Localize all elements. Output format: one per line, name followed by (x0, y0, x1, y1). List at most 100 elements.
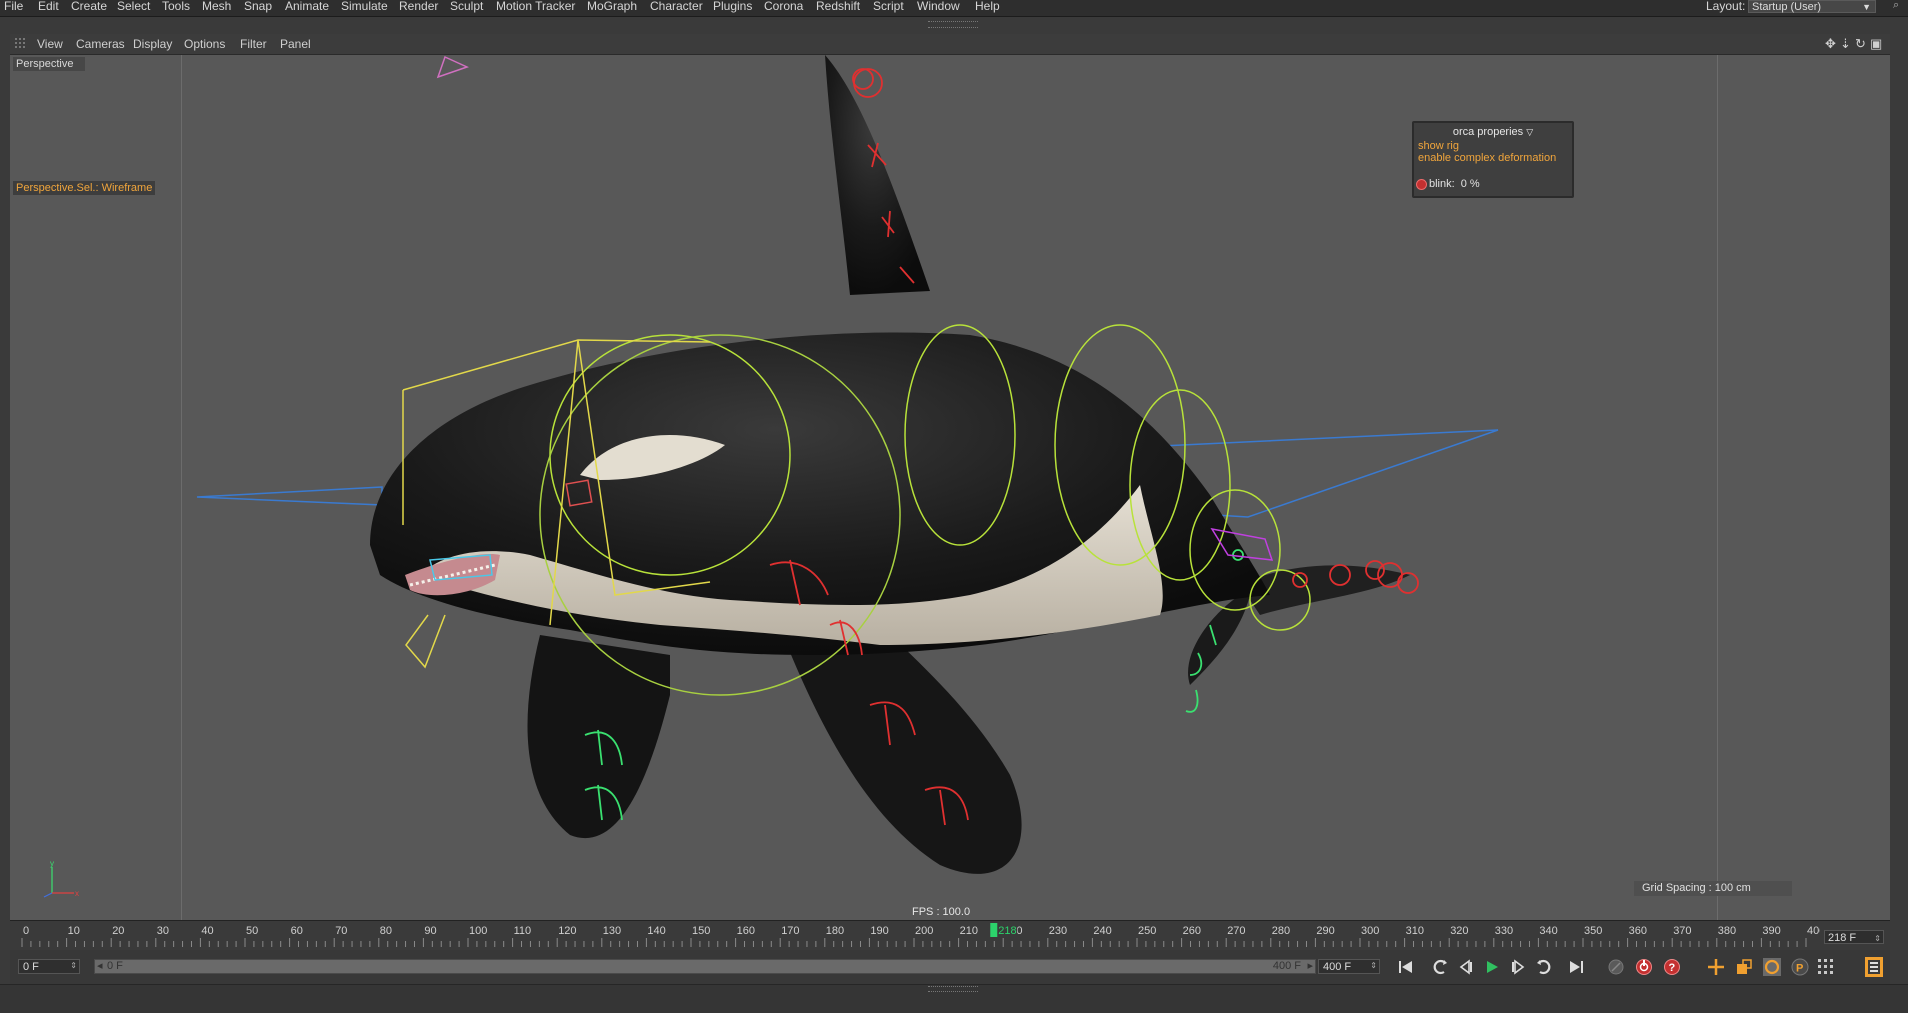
record-keys-button[interactable] (1632, 956, 1656, 978)
timeline-tick-label: 360 (1629, 925, 1647, 937)
panel-grip-bottom[interactable] (928, 986, 978, 992)
status-bar (0, 984, 1908, 1013)
menu-tools[interactable]: Tools (162, 0, 190, 13)
timeline-tick-label: 50 (246, 925, 258, 937)
grip-icon[interactable] (15, 38, 27, 50)
play-button[interactable] (1480, 956, 1504, 978)
viewport-menu-cameras[interactable]: Cameras (76, 37, 125, 51)
go-to-start-button[interactable] (1394, 956, 1418, 978)
key-scale-button[interactable] (1732, 956, 1756, 978)
menu-select[interactable]: Select (117, 0, 150, 13)
menu-plugins[interactable]: Plugins (713, 0, 752, 13)
menu-sculpt[interactable]: Sculpt (450, 0, 483, 13)
search-icon[interactable]: ⌕ (1893, 0, 1899, 12)
zoom-view-icon[interactable]: ⇣ (1840, 36, 1851, 52)
current-frame-field[interactable]: 218 F ⇕ (1824, 930, 1884, 944)
timeline-tick-label: 110 (514, 925, 532, 937)
menu-animate[interactable]: Animate (285, 0, 329, 13)
autokey-button[interactable]: ? (1660, 956, 1684, 978)
menu-file[interactable]: File (4, 0, 23, 13)
menu-corona[interactable]: Corona (764, 0, 803, 13)
key-pla-button[interactable] (1814, 956, 1838, 978)
timeline-ticks[interactable]: 0 10 20 30 40 50 60 70 80 90 100 110 120 130 140 150 160… (20, 921, 1820, 951)
go-to-end-button[interactable] (1564, 956, 1588, 978)
panel-grip-top[interactable] (928, 21, 978, 28)
step-forward-button[interactable] (1506, 956, 1530, 978)
keyframe-dot-icon[interactable] (1416, 178, 1427, 190)
menu-render[interactable]: Render (399, 0, 438, 13)
start-frame-field[interactable]: 0 F ⇕ (18, 959, 80, 974)
spinner-icon[interactable]: ⇕ (1370, 962, 1377, 970)
menu-motion-tracker[interactable]: Motion Tracker (496, 0, 575, 13)
key-position-icon (1708, 959, 1724, 975)
key-parameter-icon: P (1791, 958, 1809, 976)
timeline-tick-label: 400 (1807, 925, 1820, 937)
timeline-tick-label: 330 (1495, 925, 1513, 937)
menu-help[interactable]: Help (975, 0, 1000, 13)
timeline-tick-label: 80 (380, 925, 392, 937)
timeline-layout-button[interactable] (1862, 956, 1886, 978)
timeline-tick-label: 30 (157, 925, 169, 937)
key-scale-icon (1737, 959, 1752, 974)
timeline-ruler[interactable]: 0 10 20 30 40 50 60 70 80 90 100 110 120 130 140 150 160… (10, 920, 1890, 951)
blink-value[interactable]: 0 % (1461, 178, 1480, 190)
menu-simulate[interactable]: Simulate (341, 0, 388, 13)
chevron-down-icon: ▽ (1526, 127, 1534, 137)
spinner-icon[interactable]: ⇕ (1874, 932, 1881, 946)
viewport-menu-panel[interactable]: Panel (280, 37, 311, 51)
step-forward-icon (1512, 959, 1525, 975)
move-view-icon[interactable]: ✥ (1825, 36, 1836, 52)
menu-character[interactable]: Character (650, 0, 703, 13)
key-position-button[interactable] (1704, 956, 1728, 978)
blink-slider[interactable]: blink: 0 % (1416, 178, 1480, 190)
timeline-tick-label: 140 (647, 925, 665, 937)
viewport-menu-display[interactable]: Display (133, 37, 172, 51)
orca-3d-scene[interactable] (10, 55, 1890, 921)
record-motion-button[interactable] (1604, 956, 1628, 978)
timeline-tick-label: 100 (469, 925, 487, 937)
spinner-icon[interactable]: ⇕ (70, 962, 77, 970)
menu-redshift[interactable]: Redshift (816, 0, 860, 13)
menu-mesh[interactable]: Mesh (202, 0, 231, 13)
fps-readout: FPS : 100.0 (912, 906, 971, 918)
complex-deformation-option[interactable]: enable complex deformation (1418, 152, 1556, 164)
hud-title-row[interactable]: orca properies ▽ (1414, 126, 1572, 138)
menu-create[interactable]: Create (71, 0, 107, 13)
menu-edit[interactable]: Edit (38, 0, 59, 13)
viewport-toolbar: View Cameras Display Options Filter Pane… (10, 34, 1890, 54)
end-frame-field[interactable]: 400 F ⇕ (1318, 959, 1380, 974)
timeline-tick-label: 20 (112, 925, 124, 937)
rotate-view-icon[interactable]: ↻ (1855, 36, 1866, 52)
timeline-tick-label: 370 (1673, 925, 1691, 937)
range-right-arrow-icon[interactable]: ▸ (1307, 960, 1313, 973)
menu-window[interactable]: Window (917, 0, 960, 13)
show-rig-option[interactable]: show rig (1418, 140, 1459, 152)
viewport-menu-options[interactable]: Options (184, 37, 225, 51)
playhead-marker[interactable] (990, 923, 998, 937)
maximize-view-icon[interactable]: ▣ (1870, 36, 1882, 52)
key-parameter-button[interactable]: P (1788, 956, 1812, 978)
menu-script[interactable]: Script (873, 0, 904, 13)
timeline-tick-label: 210 (960, 925, 978, 937)
menu-snap[interactable]: Snap (244, 0, 272, 13)
timeline-tick-label: 70 (335, 925, 347, 937)
key-rotation-button[interactable] (1760, 956, 1784, 978)
previous-key-icon (1433, 959, 1447, 975)
camera-label[interactable]: Perspective (13, 57, 86, 71)
preview-range-slider[interactable]: ◂ 0 F 400 F ▸ (94, 959, 1316, 974)
previous-key-button[interactable] (1428, 956, 1452, 978)
motion-record-disabled-icon (1608, 959, 1624, 975)
step-back-button[interactable] (1454, 956, 1478, 978)
end-frame-value: 400 F (1323, 961, 1352, 973)
next-key-button[interactable] (1532, 956, 1556, 978)
axis-y-label: y (50, 859, 54, 868)
grid-spacing-readout: Grid Spacing : 100 cm (1634, 881, 1792, 896)
range-left-arrow-icon[interactable]: ◂ (97, 960, 103, 973)
perspective-viewport[interactable]: Perspective Perspective.Sel.: Wireframe … (10, 54, 1890, 921)
menu-mograph[interactable]: MoGraph (587, 0, 637, 13)
layout-dropdown[interactable]: Startup (User) ▼ (1748, 0, 1876, 13)
viewport-menu-view[interactable]: View (37, 37, 63, 51)
viewport-menu-filter[interactable]: Filter (240, 37, 267, 51)
orca-properties-hud[interactable]: orca properies ▽ show rig enable complex… (1412, 121, 1574, 198)
axis-x-label: x (75, 889, 79, 898)
